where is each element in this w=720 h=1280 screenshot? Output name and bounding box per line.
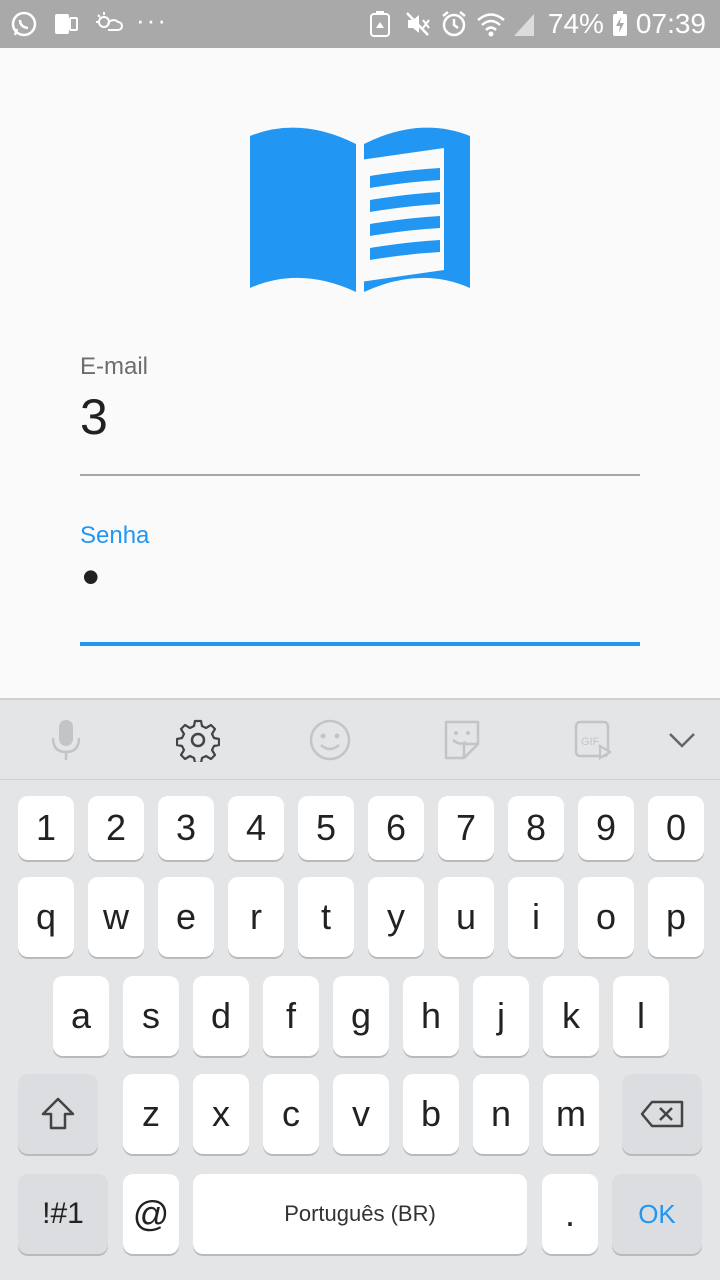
key-9[interactable]: 9 — [578, 796, 634, 860]
key-s[interactable]: s — [123, 976, 179, 1056]
key-r[interactable]: r — [228, 877, 284, 957]
whatsapp-icon — [10, 10, 38, 38]
emoji-icon[interactable] — [308, 718, 352, 762]
key-m[interactable]: m — [543, 1074, 599, 1154]
ok-key[interactable]: OK — [612, 1174, 702, 1254]
wifi-icon — [476, 10, 505, 38]
status-bar-notifications: ··· — [10, 4, 168, 40]
shift-key[interactable] — [18, 1074, 98, 1154]
keyboard-toolbar: GIF — [0, 700, 720, 780]
more-notifications-icon: ··· — [136, 4, 168, 35]
backspace-icon — [640, 1100, 684, 1128]
sticker-icon[interactable] — [440, 718, 484, 762]
key-f[interactable]: f — [263, 976, 319, 1056]
symbols-key[interactable]: !#1 — [18, 1174, 108, 1254]
password-field-underline — [80, 642, 640, 646]
key-n[interactable]: n — [473, 1074, 529, 1154]
key-0[interactable]: 0 — [648, 796, 704, 860]
key-8[interactable]: 8 — [508, 796, 564, 860]
key-v[interactable]: v — [333, 1074, 389, 1154]
key-6[interactable]: 6 — [368, 796, 424, 860]
email-field-label: E-mail — [80, 353, 149, 380]
key-b[interactable]: b — [403, 1074, 459, 1154]
gear-icon[interactable] — [176, 718, 220, 762]
svg-text:GIF: GIF — [581, 736, 600, 748]
email-field-underline — [80, 474, 640, 476]
key-3[interactable]: 3 — [158, 796, 214, 860]
battery-charging-icon — [612, 10, 628, 38]
key-h[interactable]: h — [403, 976, 459, 1056]
key-period[interactable]: . — [542, 1174, 598, 1254]
key-y[interactable]: y — [368, 877, 424, 957]
login-screen: E-mail 3 Senha • — [0, 48, 720, 698]
gif-icon[interactable]: GIF — [572, 718, 616, 762]
soft-keyboard: GIF 1234567890 qwertyuiop asdfghjkl zxcvbnm… — [0, 698, 720, 1280]
status-bar: ··· 74% 07:39 — [0, 0, 720, 48]
chevron-down-icon[interactable] — [660, 718, 704, 762]
key-k[interactable]: k — [543, 976, 599, 1056]
alarm-icon — [440, 10, 468, 38]
shift-icon — [41, 1097, 75, 1130]
key-1[interactable]: 1 — [18, 796, 74, 860]
signal-icon — [512, 10, 540, 38]
key-2[interactable]: 2 — [88, 796, 144, 860]
microphone-icon[interactable] — [44, 718, 88, 762]
key-i[interactable]: i — [508, 877, 564, 957]
recycle-icon — [368, 10, 396, 38]
mute-icon — [404, 10, 432, 38]
key-e[interactable]: e — [158, 877, 214, 957]
clock: 07:39 — [635, 8, 706, 39]
space-bar[interactable]: Português (BR) — [193, 1174, 527, 1254]
key-l[interactable]: l — [613, 976, 669, 1056]
key-q[interactable]: q — [18, 877, 74, 957]
key-o[interactable]: o — [578, 877, 634, 957]
key-7[interactable]: 7 — [438, 796, 494, 860]
password-field[interactable]: • — [82, 548, 100, 606]
key-4[interactable]: 4 — [228, 796, 284, 860]
key-at[interactable]: @ — [123, 1174, 179, 1254]
email-field[interactable]: 3 — [80, 388, 108, 446]
book-logo-icon — [248, 120, 472, 296]
key-w[interactable]: w — [88, 877, 144, 957]
screen-cast-icon — [52, 10, 80, 38]
key-g[interactable]: g — [333, 976, 389, 1056]
battery-percent: 74% — [547, 8, 604, 39]
key-5[interactable]: 5 — [298, 796, 354, 860]
status-bar-system: 74% 07:39 — [368, 6, 706, 42]
key-z[interactable]: z — [123, 1074, 179, 1154]
key-p[interactable]: p — [648, 877, 704, 957]
key-u[interactable]: u — [438, 877, 494, 957]
password-field-label: Senha — [80, 522, 150, 549]
key-j[interactable]: j — [473, 976, 529, 1056]
key-d[interactable]: d — [193, 976, 249, 1056]
key-c[interactable]: c — [263, 1074, 319, 1154]
key-a[interactable]: a — [53, 976, 109, 1056]
key-x[interactable]: x — [193, 1074, 249, 1154]
key-t[interactable]: t — [298, 877, 354, 957]
backspace-key[interactable] — [622, 1074, 702, 1154]
weather-icon — [94, 10, 123, 38]
